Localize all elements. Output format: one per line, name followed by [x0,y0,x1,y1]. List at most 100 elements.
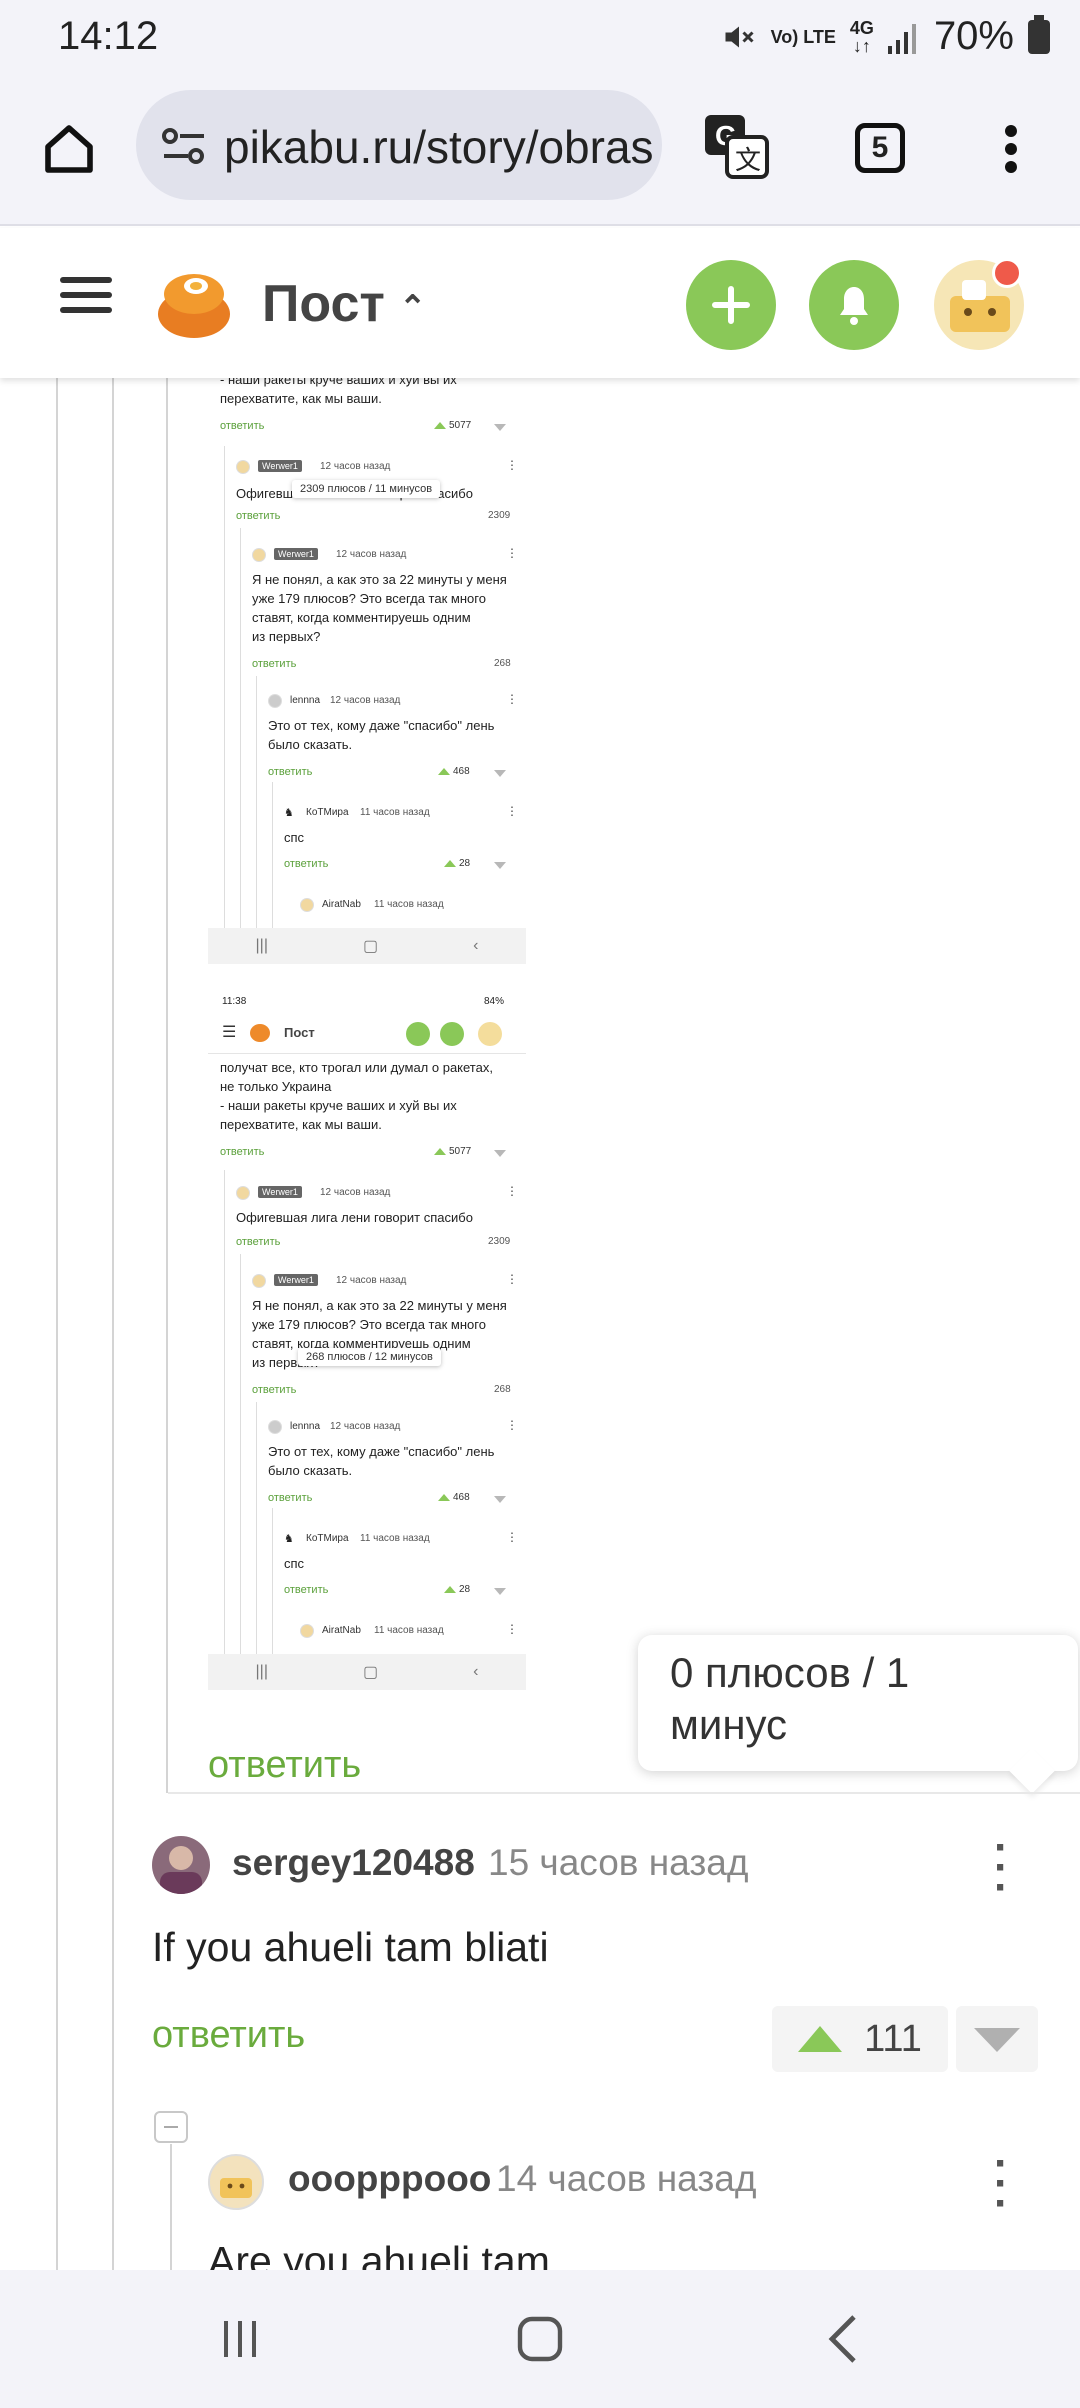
more-options-icon[interactable]: · · · [994,1826,1009,1910]
shot-rating: 2309 [488,510,511,521]
tabs-button[interactable]: 5 [850,118,910,178]
shot-comment-text: Офигевшая лига лени говорит спасибо [236,1210,473,1225]
shot-reply-link: ответить [284,858,329,870]
embedded-screenshot[interactable]: 11:38 84% ☰ Пост получат все, кто трогал… [208,990,526,1690]
shot-username: Werwer1 [258,1186,302,1198]
shot-tooltip: 268 плюсов / 12 минусов [298,1348,441,1366]
shot-time: 11 часов назад [360,807,430,818]
url-text: pikabu.ru/story/obras [224,121,654,173]
shot-comment-text: спс [284,1556,305,1571]
comment-text: Are you ahueli tam [208,2238,550,2270]
avatar[interactable] [152,1836,210,1894]
shot-vote: 28 [444,858,470,869]
shot-reply-link: ответить [236,510,281,522]
comment-username[interactable]: ooopppooo [288,2158,491,2200]
shot-username: AiratNab [322,1625,361,1636]
shot-avatar: ♞ [284,806,298,820]
bell-icon [840,287,868,325]
browser-toolbar: pikabu.ru/story/obras G文 5 [0,80,1080,226]
shot-reply-link: ответить [284,1584,329,1596]
more-options-icon[interactable]: · · · [994,2142,1009,2226]
shot-reply-link: ответить [268,1492,313,1504]
shot-reply-link: ответить [220,420,265,432]
hamburger-menu-icon[interactable] [60,268,112,322]
page-title[interactable]: Пост ⌃ [262,274,426,334]
shot-username: lennna [290,695,321,706]
shot-avatar [236,1186,250,1200]
shot-comment-text: было сказать. [268,737,353,752]
shot-more-icon: ⋮ [506,1530,518,1544]
avatar[interactable] [208,2154,264,2210]
reply-link[interactable]: ответить [152,2014,305,2057]
shot-hamburger-icon: ☰ [222,1024,237,1041]
notifications-button[interactable] [809,260,899,350]
thread-line [56,378,58,2270]
embedded-screenshot[interactable]: - наши ракеты круче ваших и хуй вы их пе… [208,378,526,964]
shot-status-battery: 84% [484,996,505,1007]
site-settings-icon[interactable] [162,126,206,166]
translate-icon[interactable]: G文 [700,110,772,182]
pikabu-logo[interactable] [154,262,234,342]
downvote-button[interactable] [956,2006,1038,2072]
add-post-button[interactable] [686,260,776,350]
upvote-button[interactable]: 111 [772,2006,948,2072]
shot-rating: 2309 [488,1236,511,1247]
rating-tooltip: 0 плюсов / 1 минус [638,1635,1078,1771]
shot-nav-bar: ||| ▢ ‹ [208,928,526,964]
url-bar[interactable]: pikabu.ru/story/obras [136,90,662,200]
shot-username: Werwer1 [258,460,302,472]
shot-username: КоТМира [306,807,349,818]
collapse-thread-button[interactable] [154,2111,188,2143]
shot-more-icon: ⋮ [506,1184,518,1198]
shot-comment-text: - наши ракеты круче ваших и хуй вы их [220,378,457,387]
menu-icon[interactable] [986,116,1036,182]
network-indicator: 4G ↓↑ [849,17,874,56]
shot-more-icon: ⋮ [506,1418,518,1432]
thread-line [112,378,114,2270]
shot-status-time: 11:38 [222,996,247,1007]
shot-avatar [300,898,314,912]
back-icon[interactable] [804,2304,884,2374]
shot-comment-text: уже 179 плюсов? Это всегда так много [252,1317,486,1332]
shot-time: 11 часов назад [360,1533,430,1544]
shot-avatar [252,548,266,562]
shot-time: 11 часов назад [374,899,444,910]
shot-rating: 268 [494,1384,511,1395]
home-button-icon[interactable] [500,2304,580,2374]
shot-thread-line [256,1402,257,1690]
downvote-arrow-icon [974,2028,1020,2052]
shot-vote: 468 [438,1492,470,1503]
comment-time: 14 часов назад [496,2158,757,2199]
home-icon[interactable] [36,116,102,182]
reply-link[interactable]: ответить [208,1744,361,1787]
thread-line [166,378,168,1793]
volte-indicator: Vo) LTE [770,26,836,47]
shot-time: 12 часов назад [336,1275,407,1286]
shot-username: AiratNab [322,899,361,910]
shot-time: 11 часов назад [374,1625,444,1636]
shot-username: Werwer1 [274,548,318,560]
recent-apps-icon[interactable] [200,2304,280,2374]
shot-comment-text: Это от тех, кому даже "спасибо" лень [268,1444,495,1459]
comment-username[interactable]: sergey120488 [232,1842,475,1884]
shot-thread-line [240,1254,241,1690]
shot-avatar [268,694,282,708]
shot-reply-link: ответить [236,1236,281,1248]
svg-text:文: 文 [735,145,761,175]
shot-comment-text: перехватите, как мы ваши. [220,1117,382,1132]
shot-reply-link: ответить [252,1384,297,1396]
signal-icon [887,23,916,54]
shot-thread-line [240,528,241,964]
mute-icon [725,26,754,47]
shot-header: ☰ Пост [208,1014,526,1054]
shot-avatar [478,1022,502,1046]
shot-time: 12 часов назад [320,1187,391,1198]
shot-downvote [494,770,506,777]
notification-badge [992,258,1022,288]
shot-reply-link: ответить [220,1146,265,1158]
shot-comment-text: Я не понял, а как это за 22 минуты у мен… [252,572,507,587]
shot-comment-text: перехватите, как мы ваши. [220,391,382,406]
upvote-arrow-icon [798,2026,843,2052]
shot-add-button [406,1022,430,1046]
shot-comment-text: было сказать. [268,1463,353,1478]
